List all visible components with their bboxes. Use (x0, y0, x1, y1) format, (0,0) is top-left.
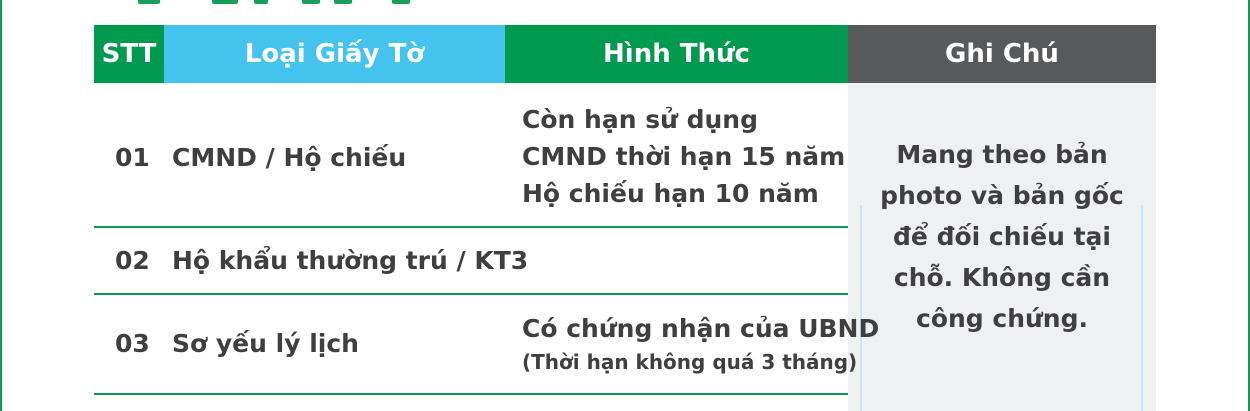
top-decoration (392, 0, 410, 4)
left-border (0, 0, 2, 411)
row-3-number: 03 (115, 329, 150, 358)
row-3-document-type: Sơ yếu lý lịch (172, 329, 359, 358)
top-decoration (212, 0, 238, 4)
row-1-number: 01 (115, 143, 150, 172)
row-divider (94, 293, 848, 295)
top-decoration (302, 0, 320, 4)
header-notes: Ghi Chú (848, 25, 1156, 83)
row-1-form: Còn hạn sử dụng CMND thời hạn 15 năm Hộ … (522, 101, 845, 212)
header-stt: STT (94, 25, 164, 83)
header-document-type: Loại Giấy Tờ (164, 25, 505, 83)
row-3-form-line: Có chứng nhận của UBND (522, 314, 880, 343)
row-divider (94, 226, 848, 228)
row-2-document-type: Hộ khẩu thường trú / KT3 (172, 246, 529, 275)
row-1-form-line: Còn hạn sử dụng (522, 105, 758, 134)
row-3-form-subline: (Thời hạn không quá 3 tháng) (522, 350, 858, 374)
top-decoration (334, 0, 352, 4)
row-1-document-type: CMND / Hộ chiếu (172, 143, 407, 172)
top-decoration (254, 0, 268, 4)
header-form: Hình Thức (505, 25, 848, 83)
top-decoration (138, 0, 160, 4)
row-divider (94, 393, 848, 395)
notes-text: Mang theo bản photo và bản gốc để đối ch… (880, 140, 1124, 333)
row-1-form-line: Hộ chiếu hạn 10 năm (522, 179, 819, 208)
row-1-form-line: CMND thời hạn 15 năm (522, 142, 846, 171)
row-3-form: Có chứng nhận của UBND (Thời hạn không q… (522, 310, 879, 378)
row-2-number: 02 (115, 246, 150, 275)
